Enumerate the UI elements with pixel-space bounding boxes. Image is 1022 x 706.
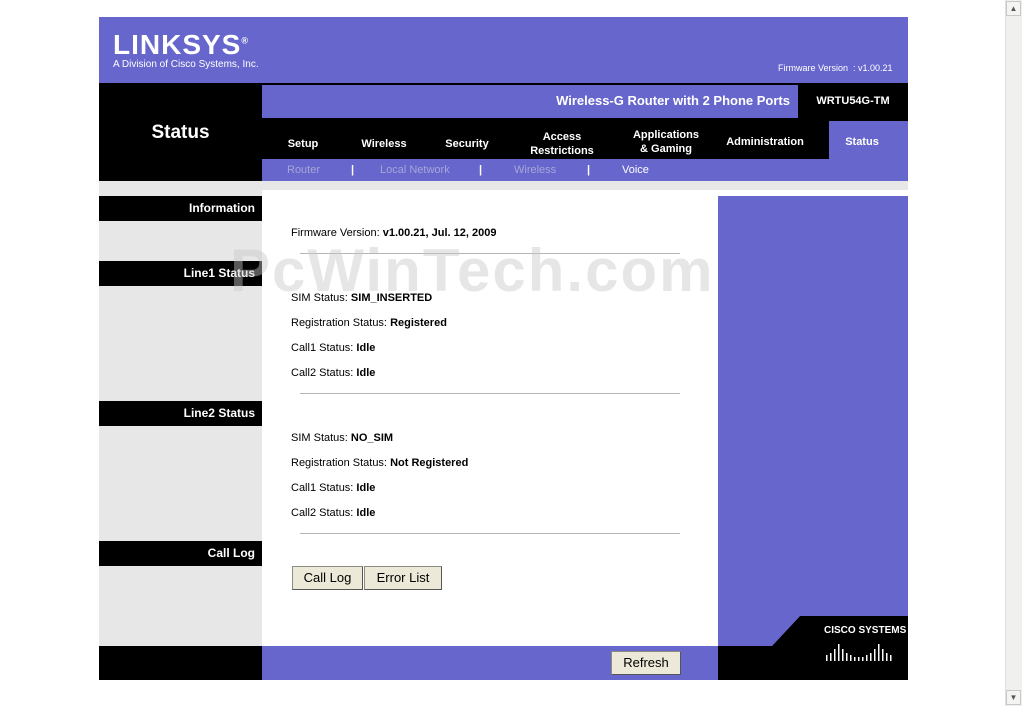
scroll-down-icon[interactable]: ▼ bbox=[1006, 690, 1021, 705]
subtab-bar bbox=[262, 159, 908, 181]
subtab-separator: | bbox=[351, 164, 355, 176]
tab-setup[interactable]: Setup bbox=[270, 137, 336, 151]
model-number: WRTU54G-TM bbox=[816, 95, 890, 107]
divider bbox=[300, 393, 680, 394]
page-title: Status bbox=[151, 122, 210, 143]
line1-call2-status: Call2 Status: Idle bbox=[291, 367, 376, 379]
subtab-local-network[interactable]: Local Network bbox=[380, 164, 450, 176]
section-call-log: Call Log bbox=[99, 541, 262, 566]
cisco-systems-logo: CISCO SYSTEMS bbox=[824, 625, 907, 636]
footer-left bbox=[99, 646, 262, 680]
header-firmware-version: Firmware Version : v1.00.21 bbox=[778, 63, 893, 73]
tab-access-restrictions[interactable]: Access Restrictions bbox=[518, 130, 606, 158]
subtab-separator: | bbox=[587, 164, 591, 176]
logo-subtitle: A Division of Cisco Systems, Inc. bbox=[113, 59, 259, 70]
right-panel bbox=[718, 196, 908, 646]
watermark: PcWinTech.com bbox=[230, 237, 715, 304]
line1-call1-status: Call1 Status: Idle bbox=[291, 342, 376, 354]
line2-call2-status: Call2 Status: Idle bbox=[291, 507, 376, 519]
tab-wireless[interactable]: Wireless bbox=[350, 137, 418, 151]
tab-applications-gaming[interactable]: Applications & Gaming bbox=[628, 128, 704, 156]
tab-security[interactable]: Security bbox=[434, 137, 500, 151]
line2-sim-status: SIM Status: NO_SIM bbox=[291, 432, 394, 444]
divider bbox=[300, 533, 680, 534]
tab-status[interactable]: Status bbox=[831, 135, 893, 149]
divider-strip bbox=[99, 181, 908, 190]
scroll-up-icon[interactable]: ▲ bbox=[1006, 1, 1021, 16]
line2-registration-status: Registration Status: Not Registered bbox=[291, 457, 469, 469]
line2-call1-status: Call1 Status: Idle bbox=[291, 482, 376, 494]
subtab-wireless[interactable]: Wireless bbox=[514, 164, 556, 176]
section-line2-status: Line2 Status bbox=[99, 401, 262, 426]
subtab-voice[interactable]: Voice bbox=[622, 164, 649, 176]
tab-administration[interactable]: Administration bbox=[716, 135, 814, 149]
call-log-button[interactable]: Call Log bbox=[292, 566, 363, 590]
error-list-button[interactable]: Error List bbox=[364, 566, 442, 590]
line1-registration-status: Registration Status: Registered bbox=[291, 317, 447, 329]
product-name: Wireless-G Router with 2 Phone Ports bbox=[556, 93, 790, 108]
section-information: Information bbox=[99, 196, 262, 221]
subtab-separator: | bbox=[479, 164, 483, 176]
linksys-logo: LINKSYS® bbox=[113, 29, 249, 60]
subtab-router[interactable]: Router bbox=[287, 164, 320, 176]
cisco-bridge-icon bbox=[826, 644, 892, 661]
page-scrollbar[interactable] bbox=[1005, 0, 1022, 706]
refresh-button[interactable]: Refresh bbox=[611, 651, 681, 675]
